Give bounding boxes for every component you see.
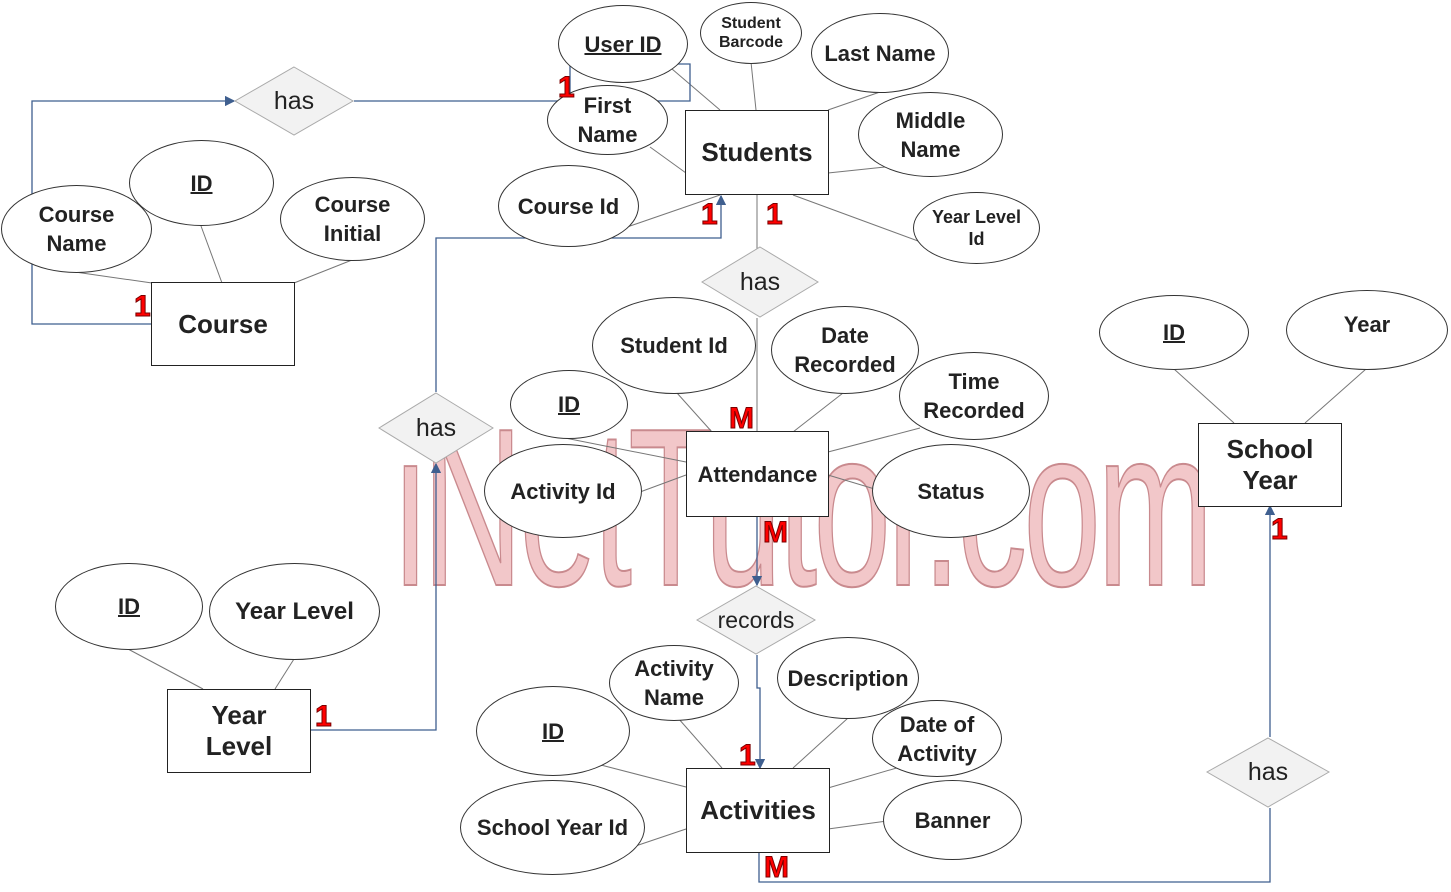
- attr-students-middle-name[interactable]: Middle Name: [858, 92, 1003, 177]
- cardinality-label: 1: [739, 739, 757, 772]
- attr-line: [596, 763, 687, 788]
- attr-line: [827, 166, 886, 174]
- entity-school-year[interactable]: School Year: [1198, 423, 1342, 507]
- cardinality-label: 1: [701, 198, 719, 231]
- attr-line: [827, 820, 888, 830]
- attr-attendance-time-recorded[interactable]: Time Recorded: [899, 352, 1049, 440]
- attr-line: [827, 91, 881, 111]
- attr-line: [664, 62, 721, 111]
- attr-line: [750, 61, 757, 111]
- attr-year-level-year-level[interactable]: Year Level: [209, 563, 380, 660]
- attr-students-course-id[interactable]: Course Id: [498, 165, 639, 247]
- attr-attendance-date-recorded[interactable]: Date Recorded: [771, 306, 919, 394]
- attr-line: [827, 766, 901, 789]
- attr-attendance-id[interactable]: ID: [510, 370, 628, 439]
- relationship-course-has-students[interactable]: has: [234, 66, 354, 136]
- entity-attendance[interactable]: Attendance: [686, 431, 829, 517]
- cardinality-label: M: [729, 402, 755, 435]
- cardinality-label: 1: [766, 198, 784, 231]
- attr-line: [649, 146, 687, 174]
- attr-course-name[interactable]: Course Name: [1, 185, 152, 273]
- attr-line: [74, 271, 153, 284]
- relationship-line: [754, 655, 766, 770]
- attr-line: [792, 392, 844, 433]
- relationship-yearlevel-has-students[interactable]: has: [378, 392, 494, 464]
- attr-students-student-barcode[interactable]: Student Barcode: [700, 2, 802, 64]
- attr-school-year-year[interactable]: Year: [1286, 290, 1448, 370]
- cardinality-label: M: [763, 516, 789, 549]
- attr-line: [792, 717, 849, 769]
- attr-line: [827, 474, 879, 491]
- attr-line: [1304, 368, 1367, 424]
- attr-activities-id[interactable]: ID: [476, 686, 630, 776]
- attr-activities-date-of-activity[interactable]: Date of Activity: [872, 700, 1002, 777]
- attr-line: [293, 259, 353, 284]
- relationship-activities-has-schoolyear[interactable]: has: [1206, 737, 1330, 808]
- attr-course-initial[interactable]: Course Initial: [280, 177, 425, 261]
- er-diagram-canvas: iNetTutor.com: [0, 0, 1451, 892]
- attr-line: [676, 392, 713, 433]
- attr-line: [677, 717, 723, 769]
- attr-line: [827, 427, 921, 453]
- cardinality-label: M: [764, 851, 790, 884]
- cardinality-label: 1: [315, 700, 333, 733]
- attr-attendance-student-id[interactable]: Student Id: [592, 297, 756, 394]
- attr-line: [274, 658, 295, 690]
- attr-students-user-id[interactable]: User ID: [558, 5, 688, 83]
- attr-school-year-id[interactable]: ID: [1099, 295, 1249, 370]
- attr-line: [639, 474, 687, 493]
- attr-activities-banner[interactable]: Banner: [883, 780, 1022, 860]
- attr-line: [1173, 368, 1235, 424]
- entity-students[interactable]: Students: [685, 110, 829, 195]
- attr-students-year-level-id[interactable]: Year Level Id: [913, 192, 1040, 264]
- attr-line: [127, 648, 204, 690]
- attr-attendance-activity-id[interactable]: Activity Id: [484, 444, 642, 538]
- cardinality-label: 1: [1271, 513, 1289, 546]
- attr-activities-activity-name[interactable]: Activity Name: [609, 645, 739, 721]
- attr-line: [200, 225, 223, 284]
- attr-attendance-status[interactable]: Status: [872, 444, 1030, 538]
- entity-activities[interactable]: Activities: [686, 768, 830, 853]
- attr-activities-school-year-id[interactable]: School Year Id: [460, 780, 645, 875]
- attr-students-last-name[interactable]: Last Name: [811, 13, 949, 93]
- cardinality-label: 1: [134, 290, 152, 323]
- attr-year-level-id[interactable]: ID: [55, 563, 203, 650]
- attr-course-id[interactable]: ID: [129, 140, 274, 226]
- relationship-attendance-records-activities[interactable]: records: [696, 585, 816, 655]
- entity-year-level[interactable]: Year Level: [167, 689, 311, 773]
- cardinality-label: 1: [558, 71, 576, 104]
- entity-course[interactable]: Course: [151, 282, 295, 366]
